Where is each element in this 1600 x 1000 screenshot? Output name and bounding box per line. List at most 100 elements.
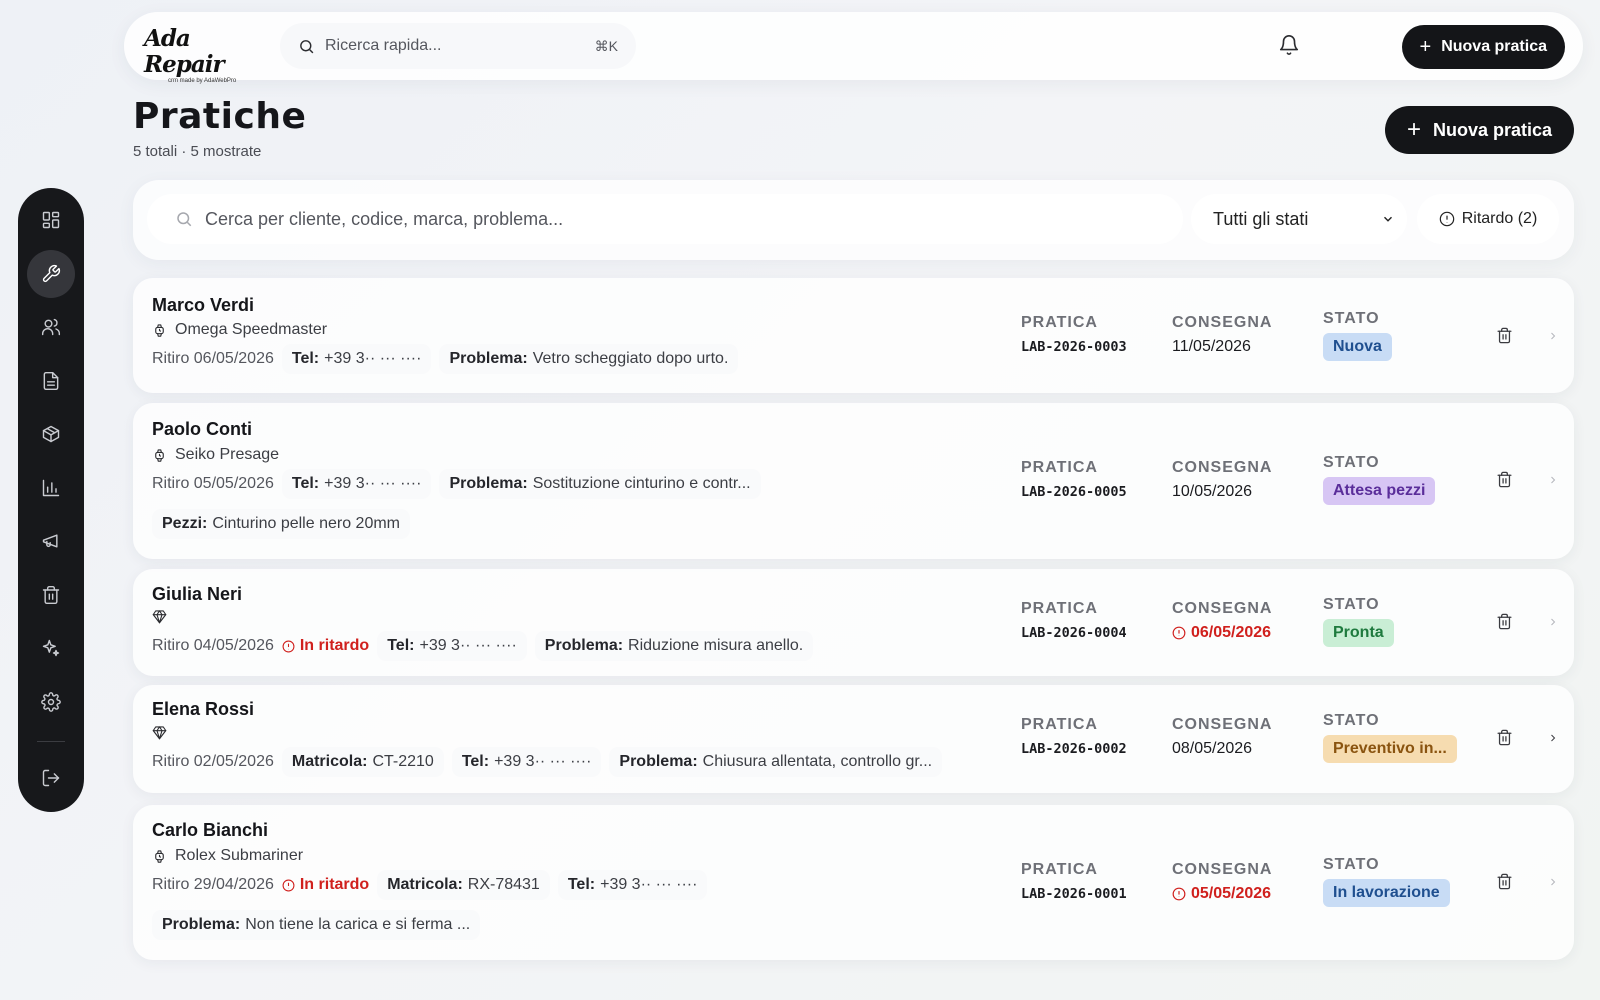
alert-circle-icon [282,879,295,891]
repair-card[interactable]: Giulia Neri Ritiro 04/05/2026 In ritardo… [133,569,1574,676]
problem-value: Non tiene la carica e si ferma ... [245,916,471,933]
open-repair-button[interactable] [1547,875,1561,889]
phone-chip: Tel: +39 3·· ··· ···· [281,344,432,374]
delete-button[interactable] [1496,873,1514,891]
sidebar-item-customers[interactable] [27,303,75,351]
repair-card[interactable]: Paolo Conti Seiko Presage Ritiro 05/05/2… [133,403,1574,559]
late-filter-button[interactable]: Ritardo (2) [1417,194,1559,244]
consegna-label: CONSEGNA [1172,716,1273,733]
search-icon [177,212,192,227]
app-logo[interactable]: Ada Repair crm made by AdaWebPro [144,26,264,85]
top-bar: Ada Repair crm made by AdaWebPro Ricerca… [124,12,1583,85]
customer-name: Marco Verdi [152,295,255,315]
topbar-new-repair-button[interactable]: + Nuova pratica [1401,25,1565,69]
delivery-date-value: 05/05/2026 [1191,885,1272,902]
sidebar-item-repairs[interactable] [27,249,75,298]
delivery-date: 11/05/2026 [1172,338,1251,356]
delete-button[interactable] [1496,729,1514,747]
sidebar-item-trash[interactable] [27,571,75,619]
pickup-date: Ritiro 02/05/2026 [152,753,274,770]
sparkles-icon [42,639,60,657]
delete-button[interactable] [1496,327,1514,345]
notifications-button[interactable] [1278,34,1302,58]
trash-icon [1497,729,1512,746]
parts-chip: Pezzi: Cinturino pelle nero 20mm [152,509,410,539]
chevron-right-icon [1551,734,1556,742]
chevron-right-icon [1551,332,1556,340]
pratica-label: PRATICA [1021,861,1098,878]
problem-chip: Problema: Chiusura allentata, controllo g… [609,747,943,777]
pratica-label: PRATICA [1021,716,1098,733]
delivery-date-value: 10/05/2026 [1172,483,1253,500]
serial-label: Matricola: [387,876,463,893]
sidebar-item-marketing[interactable] [27,517,75,565]
chevron-down-icon [1384,216,1392,222]
pratica-label: PRATICA [1021,600,1098,617]
stato-label: STATO [1323,596,1380,613]
open-repair-button[interactable] [1547,615,1561,629]
trash-icon [42,585,60,604]
sidebar-item-dashboard[interactable] [27,196,75,244]
late-indicator: In ritardo [282,876,369,894]
repair-search [147,194,1183,244]
repair-card[interactable]: Elena Rossi Ritiro 02/05/2026 Matricola:… [133,685,1574,793]
problem-value: Riduzione misura anello. [628,637,804,654]
item-name: Rolex Submariner [175,847,304,864]
repair-item [152,609,175,624]
sidebar-divider [37,741,65,742]
phone-chip: Tel: +39 3·· ··· ···· [377,631,527,661]
serial-value: CT-2210 [372,753,434,770]
plus-icon: + [1419,35,1432,58]
serial-chip: Matricola: CT-2210 [281,747,444,777]
new-repair-button[interactable]: + Nuova pratica [1384,106,1574,154]
sidebar-item-documents[interactable] [27,357,75,405]
phone-label: Tel: [291,475,320,492]
repair-card[interactable]: Marco Verdi Omega Speedmaster Ritiro 06/… [133,278,1574,393]
sidebar-item-ai[interactable] [27,624,75,672]
logo-text: Ada Repair [144,25,225,78]
consegna-label: CONSEGNA [1172,600,1273,617]
watch-icon [155,323,164,337]
stato-label: STATO [1323,856,1380,873]
problem-row: Problema: Non tiene la carica e si ferma … [152,910,481,940]
status-badge: Nuova [1323,333,1392,361]
delivery-date-value: 11/05/2026 [1172,338,1251,355]
open-repair-button[interactable] [1547,329,1561,343]
sidebar-item-settings[interactable] [27,678,75,726]
repair-details: Ritiro 29/04/2026 In ritardo Matricola: R… [152,870,708,900]
item-name: Omega Speedmaster [175,321,328,338]
problem-label: Problema: [449,350,528,367]
delete-button[interactable] [1496,471,1514,489]
alert-circle-icon [1439,211,1454,227]
repair-item: Omega Speedmaster [152,321,327,339]
sidebar-logout[interactable] [27,754,75,802]
sidebar-item-inventory[interactable] [27,410,75,458]
delete-button[interactable] [1496,613,1514,631]
phone-value: +39 3·· ··· ···· [324,350,422,367]
pratica-code: LAB-2026-0004 [1021,625,1127,641]
delivery-date: 06/05/2026 [1172,624,1271,642]
alert-circle-icon [1172,887,1186,901]
quick-search-shortcut: ⌘K [594,37,618,54]
late-indicator: In ritardo [282,637,369,655]
status-badge: In lavorazione [1323,879,1450,907]
item-name: Seiko Presage [175,446,280,463]
consegna-label: CONSEGNA [1172,459,1273,476]
trash-icon [1497,613,1512,630]
status-filter-value: Tutti gli stati [1213,208,1309,229]
repair-search-input[interactable] [205,208,1165,230]
topbar-new-repair-label: Nuova pratica [1441,38,1547,55]
gear-icon [41,691,61,712]
problem-value: Chiusura allentata, controllo gr... [702,753,933,770]
sidebar-item-reports[interactable] [27,464,75,512]
page-title: Pratiche [133,96,307,137]
status-filter-select[interactable]: Tutti gli stati [1191,194,1407,244]
open-repair-button[interactable] [1547,731,1561,745]
late-label: In ritardo [299,637,370,654]
bar-chart-icon [42,479,60,496]
quick-search-input[interactable]: Ricerca rapida... ⌘K [280,23,636,69]
repair-card[interactable]: Carlo Bianchi Rolex Submariner Ritiro 29… [133,805,1574,960]
filter-bar: Tutti gli stati Ritardo (2) [133,180,1574,260]
open-repair-button[interactable] [1547,473,1561,487]
chevron-right-icon [1551,476,1556,484]
